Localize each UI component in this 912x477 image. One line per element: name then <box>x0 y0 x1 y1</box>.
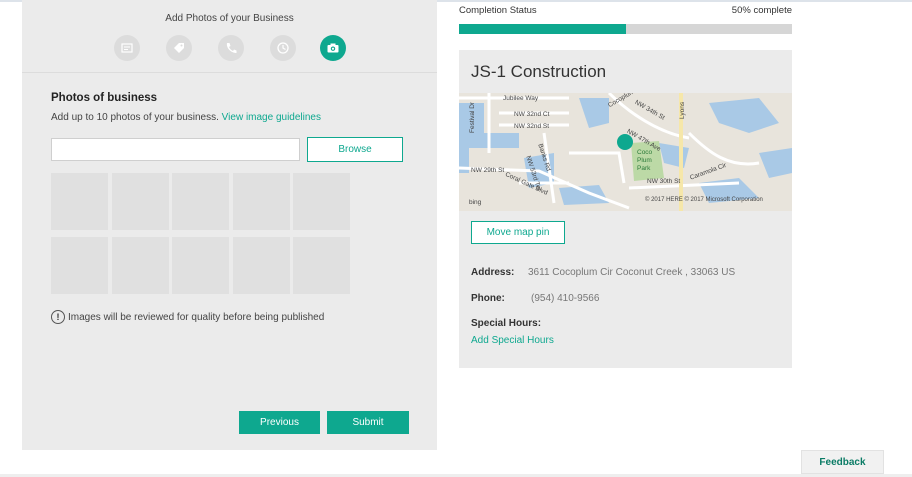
map-label-nw32ct: NW 32nd Ct <box>514 111 550 118</box>
address-value: 3611 Cocoplum Cir Coconut Creek , 33063 … <box>528 267 736 278</box>
photo-slot[interactable] <box>293 237 350 294</box>
business-name: JS-1 Construction <box>471 62 607 81</box>
photo-file-input[interactable] <box>51 138 300 161</box>
photos-heading: Photos of business <box>51 92 158 104</box>
photo-slot[interactable] <box>112 173 169 230</box>
move-map-pin-button[interactable]: Move map pin <box>471 221 565 244</box>
address-label: Address: <box>471 267 515 278</box>
photo-slot[interactable] <box>51 237 108 294</box>
map-label-festival: Festival Dr <box>469 101 476 133</box>
photos-panel: Add Photos of your Business Photos of bu… <box>22 0 437 450</box>
business-card-icon[interactable] <box>114 35 140 61</box>
bing-logo: bing <box>469 199 482 206</box>
clock-icon[interactable] <box>270 35 296 61</box>
map-label-nw32st: NW 32nd St <box>514 123 550 130</box>
photo-slot[interactable] <box>233 237 290 294</box>
photo-slot[interactable] <box>172 237 229 294</box>
tag-icon[interactable] <box>166 35 192 61</box>
business-map[interactable]: Jubilee Way Festival Dr NW 32nd Ct NW 32… <box>459 93 792 211</box>
photo-slot[interactable] <box>51 173 108 230</box>
camera-icon[interactable] <box>320 35 346 61</box>
photo-slot[interactable] <box>293 173 350 230</box>
map-label-lyons: Lyons <box>679 101 686 119</box>
previous-button[interactable]: Previous <box>239 411 320 434</box>
completion-percent: 50% complete <box>731 5 792 16</box>
steps-title: Add Photos of your Business <box>165 13 294 24</box>
map-label-coco-park: Coco Plum Park <box>637 149 653 172</box>
photo-slot[interactable] <box>172 173 229 230</box>
steps-divider <box>22 72 437 73</box>
phone-icon[interactable] <box>218 35 244 61</box>
map-label-nw29th: NW 29th St <box>471 167 505 174</box>
map-copyright: © 2017 HERE © 2017 Microsoft Corporation <box>645 197 763 203</box>
browse-button[interactable]: Browse <box>307 137 403 162</box>
feedback-button[interactable]: Feedback <box>801 450 884 474</box>
submit-button[interactable]: Submit <box>327 411 409 434</box>
completion-progress-fill <box>459 24 626 34</box>
review-notice-text: Images will be reviewed for quality befo… <box>68 311 325 323</box>
phone-value: (954) 410-9566 <box>531 293 600 304</box>
completion-status-label: Completion Status <box>459 5 537 16</box>
add-special-hours-link[interactable]: Add Special Hours <box>471 335 554 346</box>
photos-description: Add up to 10 photos of your business. Vi… <box>51 112 321 123</box>
map-label-nw30th: NW 30th St <box>647 178 681 185</box>
special-hours-label: Special Hours: <box>471 318 542 329</box>
review-notice: ! Images will be reviewed for quality be… <box>51 310 324 324</box>
completion-progress-bar <box>459 24 792 34</box>
map-graphic <box>459 93 792 211</box>
photos-description-text: Add up to 10 photos of your business. <box>51 112 219 123</box>
photo-slot[interactable] <box>233 173 290 230</box>
map-label-jubilee: Jubilee Way <box>503 95 539 102</box>
phone-label: Phone: <box>471 293 505 304</box>
photo-slot[interactable] <box>112 237 169 294</box>
image-guidelines-link[interactable]: View image guidelines <box>222 112 321 123</box>
business-card: JS-1 Construction Jubilee Way Festival D… <box>459 50 792 368</box>
info-icon: ! <box>51 310 65 324</box>
